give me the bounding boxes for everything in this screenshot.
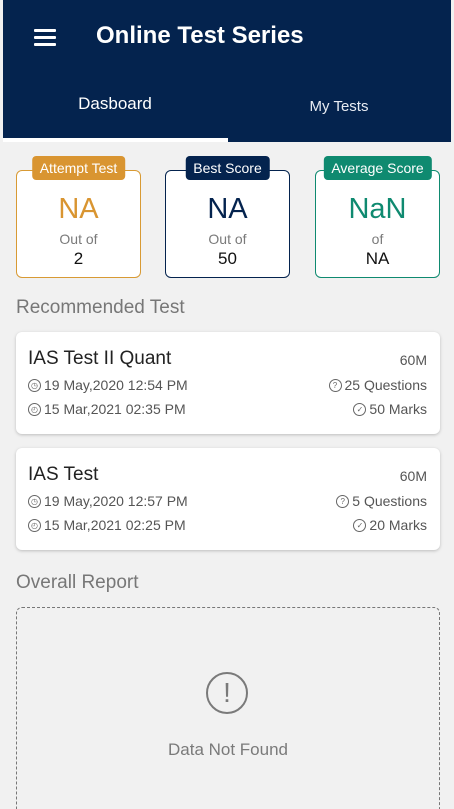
clock-icon: ◷: [28, 494, 41, 508]
hamburger-menu-icon[interactable]: [31, 26, 59, 48]
test-card[interactable]: IAS Test 60M ◷ 19 May,2020 12:57 PM ◴ 15…: [16, 448, 440, 550]
question-icon: ?: [336, 494, 350, 508]
question-count: 25 Questions: [344, 377, 428, 393]
attempt-test-sub: Out of: [59, 231, 98, 247]
attempt-test-badge: Attempt Test: [31, 156, 126, 180]
best-score-total: 50: [218, 249, 237, 268]
start-date-row: ◷ 19 May,2020 12:57 PM: [28, 493, 188, 509]
attempt-test-card: Attempt Test NA Out of 2: [16, 156, 141, 278]
average-score-total: NA: [365, 249, 390, 268]
timer-icon: ◴: [28, 402, 41, 416]
marks-count: 20 Marks: [369, 517, 427, 533]
test-duration: 60M: [399, 468, 427, 484]
attempt-test-value: NA: [58, 193, 99, 225]
tab-my-tests[interactable]: My Tests: [227, 82, 451, 142]
exclamation-circle-icon: !: [206, 672, 248, 714]
best-score-badge: Best Score: [185, 156, 270, 180]
test-name: IAS Test: [28, 464, 99, 485]
questions-row: ? 5 Questions: [336, 493, 427, 509]
average-score-value: NaN: [348, 193, 407, 225]
best-score-value: NA: [207, 193, 248, 225]
start-date: 19 May,2020 12:54 PM: [44, 377, 188, 393]
recommended-test-heading: Recommended Test: [16, 297, 185, 318]
question-icon: ?: [328, 378, 342, 392]
test-duration: 60M: [399, 352, 427, 368]
average-score-sub: of: [371, 231, 384, 247]
attempt-test-total: 2: [73, 249, 84, 268]
start-date-row: ◷ 19 May,2020 12:54 PM: [28, 377, 188, 393]
average-score-card: Average Score NaN of NA: [315, 156, 440, 278]
end-date-row: ◴ 15 Mar,2021 02:25 PM: [28, 517, 186, 533]
clock-icon: ◷: [28, 378, 41, 392]
check-circle-icon: ✓: [353, 402, 367, 416]
end-date: 15 Mar,2021 02:35 PM: [44, 401, 186, 417]
end-date: 15 Mar,2021 02:25 PM: [44, 517, 186, 533]
empty-state-text: Data Not Found: [167, 740, 288, 759]
average-score-badge: Average Score: [323, 156, 432, 180]
active-tab-indicator: [3, 138, 228, 142]
overall-report-heading: Overall Report: [16, 572, 139, 593]
questions-row: ? 25 Questions: [328, 377, 428, 393]
best-score-card: Best Score NA Out of 50: [165, 156, 290, 278]
test-name: IAS Test II Quant: [28, 348, 172, 369]
best-score-sub: Out of: [208, 231, 247, 247]
test-card[interactable]: IAS Test II Quant 60M ◷ 19 May,2020 12:5…: [16, 332, 440, 434]
start-date: 19 May,2020 12:57 PM: [44, 493, 188, 509]
app-title: Online Test Series: [96, 22, 304, 49]
overall-report-box: ! Data Not Found: [16, 607, 440, 809]
question-count: 5 Questions: [352, 493, 427, 509]
timer-icon: ◴: [28, 518, 41, 532]
marks-row: ✓ 50 Marks: [353, 401, 427, 417]
marks-row: ✓ 20 Marks: [353, 517, 427, 533]
end-date-row: ◴ 15 Mar,2021 02:35 PM: [28, 401, 186, 417]
tab-dashboard[interactable]: Dasboard: [3, 82, 227, 142]
check-circle-icon: ✓: [353, 518, 367, 532]
marks-count: 50 Marks: [369, 401, 427, 417]
